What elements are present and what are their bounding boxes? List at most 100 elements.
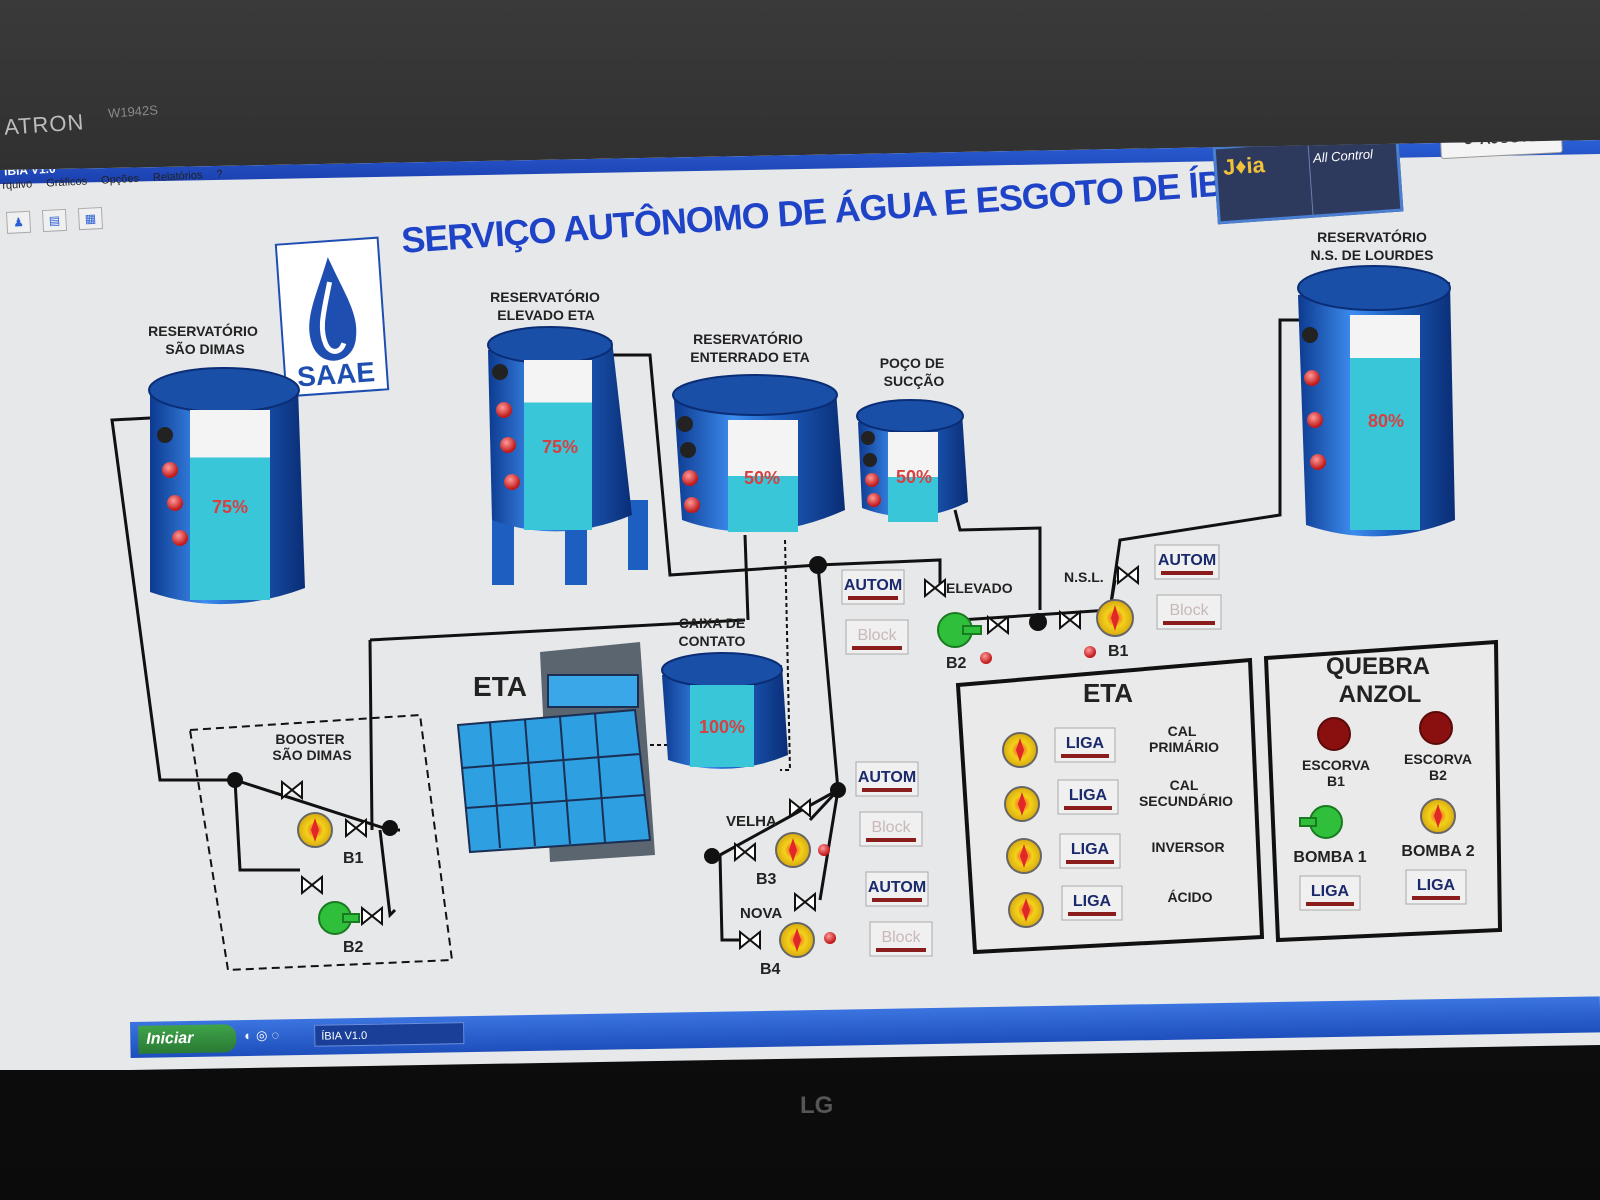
tank-caixa-contato-label-1: CAIXA DE [679,615,745,631]
start-button[interactable]: Iniciar [138,1024,237,1054]
eta-panel: ETA LIGA CAL PRIMÁRIO LIGA CAL SECUNDÁRI… [955,657,1265,955]
tank-enterrado-eta-level: 50% [744,468,780,488]
eta-pump-icon [1002,732,1038,768]
autom-block-group-nsl: AUTOM Block [1154,544,1222,630]
autom-button[interactable]: AUTOM [1154,544,1220,580]
pump-b4-icon[interactable] [779,922,815,958]
autom-block-group-velha: AUTOM Block [855,761,923,847]
eta-pump-icon [1004,786,1040,822]
eta-row-sublabel: PRIMÁRIO [1149,739,1219,755]
valve-icon [281,779,303,801]
block-button[interactable]: Block [845,619,909,655]
tank-ns-lourdes-water [1350,358,1420,530]
valve-icon [987,614,1009,636]
bomba-2-pump-icon[interactable] [1420,798,1456,834]
tank-poco-succao-label-2: SUCÇÃO [884,372,945,389]
booster-pump-b2-icon[interactable] [318,901,360,935]
tank-ns-lourdes-sensor [1302,327,1318,343]
escorva-b1-sublabel: B1 [1327,773,1345,789]
autom-button[interactable]: AUTOM [865,871,929,907]
autom-label: AUTOM [868,879,926,896]
tank-caixa-contato-label-2: CONTATO [679,633,746,649]
tank-ns-lourdes-alarm [1304,370,1320,386]
liga-button[interactable]: LIGA [1061,885,1123,921]
eta-building: ETA [456,642,655,862]
tank-poco-succao-sensor [863,453,877,467]
pump-nova-label: NOVA [740,905,782,922]
tank-sao-dimas-sensor [157,427,173,443]
valve-icon [789,797,811,819]
pump-b3-icon[interactable] [775,832,811,868]
tank-poco-succao-level: 50% [896,467,932,487]
pump-nsl-label: N.S.L. [1064,569,1104,585]
bomba-2-label: BOMBA 2 [1401,843,1474,860]
tank-ns-lourdes: RESERVATÓRIO N.S. DE LOURDES 80% [1297,228,1455,537]
tank-elevado-eta-label-1: RESERVATÓRIO [490,288,600,305]
valve-icon [734,841,756,863]
liga-label: LIGA [1066,735,1105,752]
tank-enterrado-eta-alarm [684,497,700,513]
booster-b1-label: B1 [343,850,364,867]
tank-enterrado-eta-label-1: RESERVATÓRIO [693,330,803,347]
booster-b2-label: B2 [343,939,364,956]
tank-ns-lourdes-alarm [1307,412,1323,428]
taskbar-app-item[interactable]: ÍBIA V1.0 [314,1022,465,1047]
booster-label-2: SÃO DIMAS [272,746,351,763]
pump-elevado-label: ELEVADO [946,580,1013,596]
liga-button[interactable]: LIGA [1057,779,1119,815]
tank-sao-dimas-level: 75% [212,497,248,517]
liga-label: LIGA [1071,841,1110,858]
liga-label: LIGA [1069,787,1108,804]
autom-button[interactable]: AUTOM [855,761,919,797]
eta-row-sublabel: SECUNDÁRIO [1139,793,1233,809]
booster-label-1: BOOSTER [275,731,344,747]
tank-enterrado-eta-sensor [680,442,696,458]
liga-label: LIGA [1417,877,1456,894]
pump-b1-status-led [1084,646,1096,658]
block-button[interactable]: Block [859,811,923,847]
autom-button[interactable]: AUTOM [841,569,905,605]
quebra-anzol-panel: QUEBRA ANZOL ESCORVA B1 ESCORVA B2 BOMBA… [1263,639,1503,943]
pump-b2-status-led [980,652,992,664]
tank-enterrado-eta-sensor [677,416,693,432]
tank-poco-succao-label-1: POÇO DE [880,355,945,371]
tank-enterrado-eta-label-2: ENTERRADO ETA [690,349,810,365]
tank-elevado-eta-water [524,402,592,530]
escorva-b1-led [1317,717,1351,751]
pump-velha-label: VELHA [726,813,777,830]
tank-poco-succao-alarm [865,473,879,487]
valve-icon [794,891,816,913]
tank-elevado-eta-sensor [492,364,508,380]
tank-sao-dimas-alarm [162,462,178,478]
valve-icon [739,929,761,951]
quick-launch-icons[interactable]: ◐◎◌ [244,1027,283,1044]
liga-button[interactable]: LIGA [1059,833,1121,869]
tank-ns-lourdes-level: 80% [1368,411,1404,431]
autom-label: AUTOM [1158,552,1216,569]
block-label: Block [857,627,897,644]
quebra-title-1: QUEBRA [1326,653,1430,680]
valve-icon [345,817,367,839]
block-label: Block [1169,602,1209,619]
valve-icon [361,905,383,927]
tank-poco-succao-alarm [867,493,881,507]
tank-sao-dimas-label-1: RESERVATÓRIO [148,322,258,339]
bomba-2-liga-button[interactable]: LIGA [1405,869,1467,905]
autom-label: AUTOM [858,769,916,786]
autom-block-group-elevado: AUTOM Block [841,569,909,655]
bomba-1-liga-button[interactable]: LIGA [1299,875,1361,911]
monitor-logo: LG [800,1092,834,1119]
tank-enterrado-eta-alarm [682,470,698,486]
escorva-b2-sublabel: B2 [1429,767,1447,783]
liga-button[interactable]: LIGA [1054,727,1116,763]
valve-icon [1059,609,1081,631]
block-button[interactable]: Block [1156,594,1222,630]
block-button[interactable]: Block [869,921,933,957]
booster-pump-b1-icon[interactable] [297,812,333,848]
tank-elevado-eta-alarm [496,402,512,418]
quebra-title-2: ANZOL [1339,681,1422,708]
tank-elevado-eta-alarm [500,437,516,453]
pump-b1-nsl-icon[interactable] [1096,599,1134,637]
monitor-model: W1942S [107,102,159,121]
block-label: Block [871,819,911,836]
